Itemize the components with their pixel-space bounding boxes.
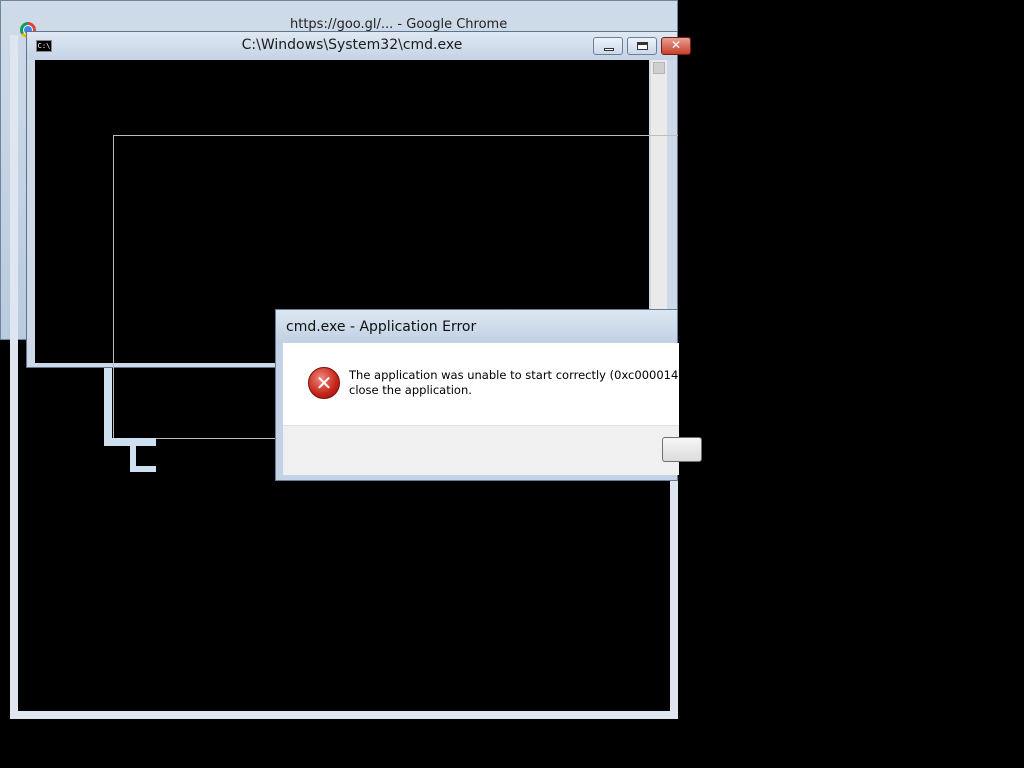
maximize-button[interactable] <box>627 37 657 55</box>
dialog-titlebar[interactable]: cmd.exe - Application Error <box>276 310 677 342</box>
ghost-window-corner <box>104 368 156 446</box>
chrome-window-title: https://goo.gl/... - Google Chrome <box>290 17 508 31</box>
dialog-body: ✕ The application was unable to start co… <box>283 343 679 425</box>
cmd-window-title: C:\Windows\System32\cmd.exe <box>241 37 463 53</box>
cmd-titlebar[interactable]: C:\ C:\Windows\System32\cmd.exe <box>27 32 691 60</box>
error-icon: ✕ <box>308 367 340 399</box>
dialog-footer <box>283 425 702 475</box>
dialog-title: cmd.exe - Application Error <box>286 319 477 335</box>
close-button[interactable] <box>661 37 691 55</box>
error-message: The application was unable to start corr… <box>349 368 679 397</box>
ghost-window-corner-small <box>130 446 156 472</box>
application-error-dialog[interactable]: cmd.exe - Application Error ✕ The applic… <box>275 309 702 481</box>
ok-button[interactable] <box>662 437 702 462</box>
minimize-button[interactable] <box>593 37 623 55</box>
scrollbar-thumb[interactable] <box>653 62 665 74</box>
